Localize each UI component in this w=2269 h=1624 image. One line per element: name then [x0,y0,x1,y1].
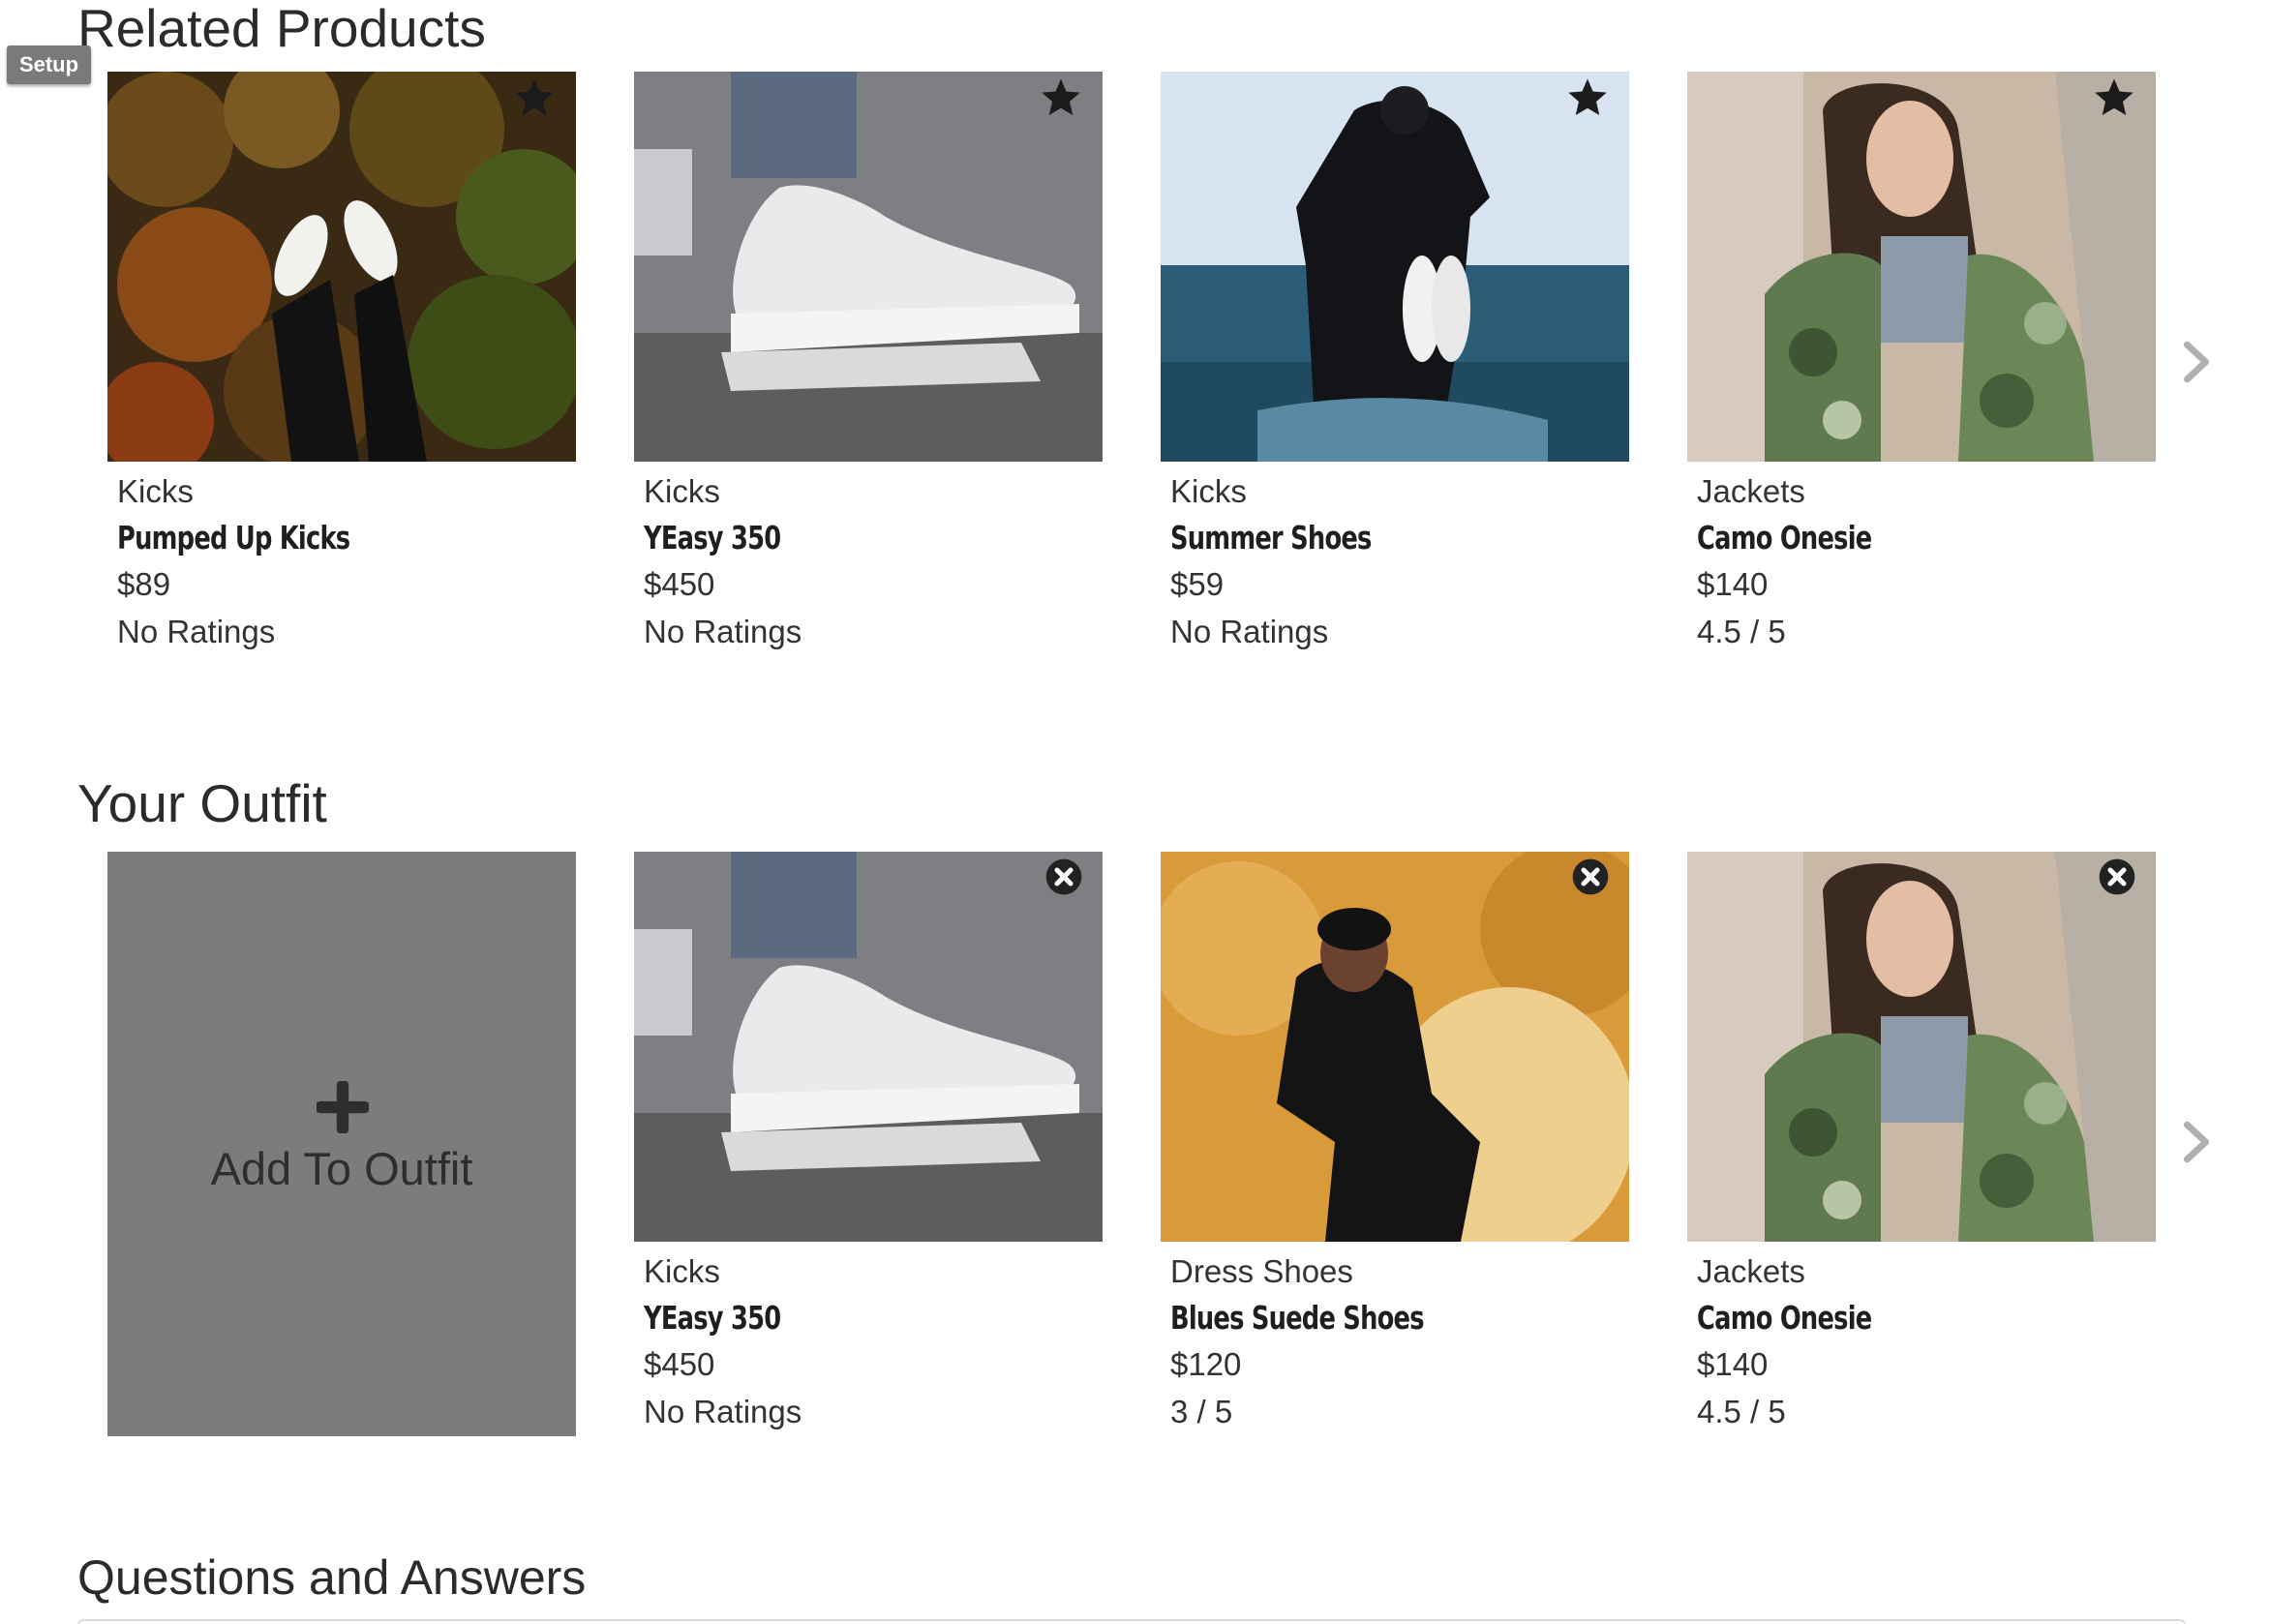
product-name[interactable]: YEasy 350 [644,1295,1002,1340]
product-rating: No Ratings [644,614,802,649]
star-icon[interactable] [2092,75,2136,120]
product-category: Kicks [1170,473,1247,509]
add-to-outfit-label: Add To Outfit [210,1143,473,1194]
product-category: Jackets [1697,1253,1805,1289]
close-circle-icon[interactable] [1044,857,1083,896]
product-rating: No Ratings [644,1394,802,1429]
product-price: $59 [1170,566,1225,602]
related-product-card[interactable]: Kicks YEasy 350 $450 No Ratings [634,72,1103,655]
star-icon[interactable] [512,75,557,120]
product-price: $89 [117,566,171,602]
add-to-outfit-button[interactable]: Add To Outfit [107,852,576,1436]
product-image[interactable] [1687,852,2156,1242]
white-sneaker-photo [634,852,1103,1242]
product-image[interactable] [1687,72,2156,462]
product-category: Dress Shoes [1170,1253,1353,1289]
related-products-title: Related Products [77,0,486,58]
product-name[interactable]: YEasy 350 [644,515,1002,560]
product-category: Jackets [1697,473,1805,509]
product-name[interactable]: Camo Onesie [1697,515,2055,560]
product-price: $140 [1697,566,1769,602]
product-price: $120 [1170,1346,1242,1382]
product-image[interactable] [1161,72,1629,462]
product-rating: 3 / 5 [1170,1394,1233,1429]
product-image[interactable] [107,72,576,462]
product-image[interactable] [634,72,1103,462]
camo-jacket-photo [1687,72,2156,462]
close-circle-icon[interactable] [2098,857,2136,896]
your-outfit-title: Your Outfit [77,773,327,833]
related-product-card[interactable]: Jackets Camo Onesie $140 4.5 / 5 [1687,72,2156,655]
outfit-product-card[interactable]: Jackets Camo Onesie $140 4.5 / 5 [1687,852,2156,1435]
product-image[interactable] [1161,852,1629,1242]
star-icon[interactable] [1565,75,1610,120]
star-icon[interactable] [1039,75,1083,120]
setup-button[interactable]: Setup [7,45,91,84]
plus-icon [317,1081,369,1133]
product-category: Kicks [644,1253,720,1289]
qa-panel-border [77,1619,2186,1624]
product-category: Kicks [644,473,720,509]
chevron-right-icon[interactable] [2180,1121,2213,1163]
product-name[interactable]: Blues Suede Shoes [1170,1295,1528,1340]
sea-shoes-photo [1161,72,1629,462]
fur-chair-photo [1161,852,1629,1242]
outfit-product-card[interactable]: Dress Shoes Blues Suede Shoes $120 3 / 5 [1161,852,1629,1435]
product-rating: No Ratings [117,614,276,649]
close-circle-icon[interactable] [1571,857,1610,896]
white-sneaker-photo [634,72,1103,462]
product-price: $450 [644,566,715,602]
product-name[interactable]: Camo Onesie [1697,1295,2055,1340]
related-product-card[interactable]: Kicks Summer Shoes $59 No Ratings [1161,72,1629,655]
product-rating: No Ratings [1170,614,1329,649]
related-product-card[interactable]: Kicks Pumped Up Kicks $89 No Ratings [107,72,576,655]
product-category: Kicks [117,473,194,509]
product-price: $450 [644,1346,715,1382]
product-name[interactable]: Pumped Up Kicks [117,515,475,560]
product-name[interactable]: Summer Shoes [1170,515,1528,560]
camo-jacket-photo [1687,852,2156,1242]
questions-and-answers-title: Questions and Answers [77,1550,587,1605]
sneakers-forest-photo [107,72,576,462]
chevron-right-icon[interactable] [2180,341,2213,383]
product-price: $140 [1697,1346,1769,1382]
product-rating: 4.5 / 5 [1697,614,1786,649]
product-image[interactable] [634,852,1103,1242]
outfit-product-card[interactable]: Kicks YEasy 350 $450 No Ratings [634,852,1103,1435]
product-rating: 4.5 / 5 [1697,1394,1786,1429]
